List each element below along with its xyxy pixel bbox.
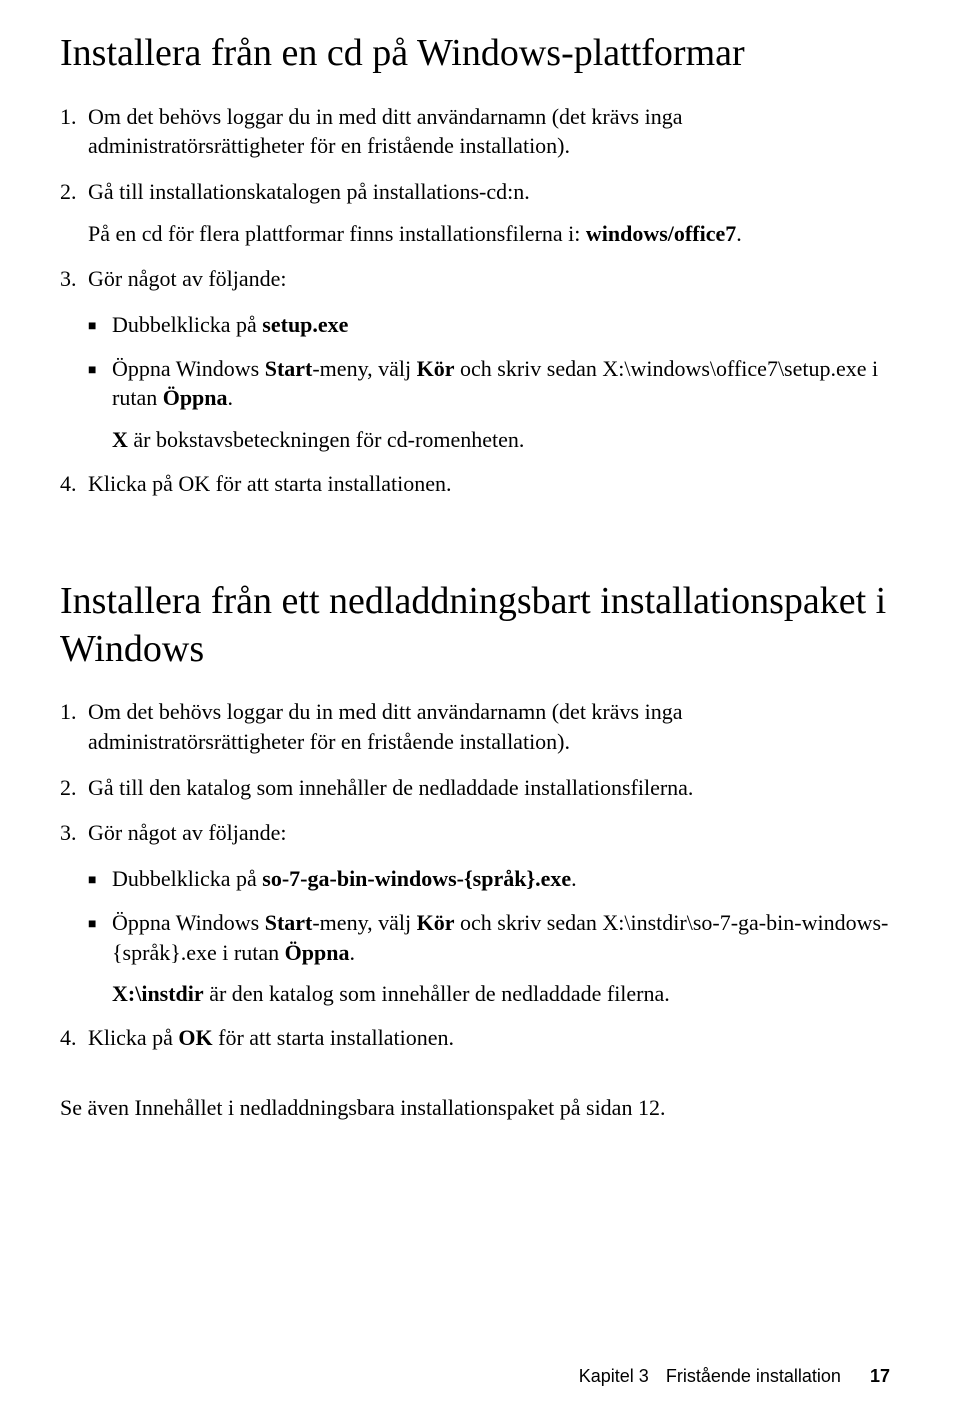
bold-text: OK — [178, 1025, 212, 1050]
text-span: -meny, välj — [312, 910, 416, 935]
bullet-icon: ■ — [88, 864, 112, 894]
item-text: Klicka på OK för att starta installation… — [88, 1023, 890, 1053]
item-number: 1. — [60, 102, 88, 161]
item-text-line: På en cd för flera plattformar finns ins… — [88, 219, 890, 249]
list-item: 4. Klicka på OK för att starta installat… — [60, 469, 890, 499]
bold-text: so-7-ga-bin-windows-{språk}.exe — [262, 866, 571, 891]
text-span: Öppna Windows — [112, 910, 265, 935]
text-span: . — [736, 221, 742, 246]
item-text: Om det behövs loggar du in med ditt anvä… — [88, 697, 890, 756]
bullet-item: ■ Öppna Windows Start-meny, välj Kör och… — [88, 908, 890, 1009]
bullet-note: X:\instdir är den katalog som innehåller… — [112, 979, 890, 1009]
text-span: är bokstavsbeteckningen för cd-romenhete… — [128, 427, 524, 452]
text-span: Dubbelklicka på — [112, 312, 262, 337]
text-span: är den katalog som innehåller de nedladd… — [204, 981, 670, 1006]
bullet-list: ■ Dubbelklicka på so-7-ga-bin-windows-{s… — [88, 864, 890, 1009]
bullet-item: ■ Dubbelklicka på setup.exe — [88, 310, 890, 340]
item-number: 2. — [60, 177, 88, 248]
list-item: 3. Gör något av följande: — [60, 818, 890, 848]
item-number: 4. — [60, 469, 88, 499]
bullet-text: Dubbelklicka på so-7-ga-bin-windows-{spr… — [112, 864, 890, 894]
ordered-list-section1: 1. Om det behövs loggar du in med ditt a… — [60, 102, 890, 499]
bullet-note: X är bokstavsbeteckningen för cd-romenhe… — [112, 425, 890, 455]
text-span: Klicka på — [88, 1025, 178, 1050]
list-item: 1. Om det behövs loggar du in med ditt a… — [60, 697, 890, 756]
text-span: -meny, välj — [312, 356, 416, 381]
item-text: Gör något av följande: — [88, 264, 890, 294]
text-span: . — [228, 385, 234, 410]
bold-text: X — [112, 427, 128, 452]
bold-text: Kör — [417, 910, 455, 935]
heading-section2: Installera från ett nedladdningsbart ins… — [60, 578, 890, 673]
item-text: Om det behövs loggar du in med ditt anvä… — [88, 102, 890, 161]
item-text: Gå till installationskatalogen på instal… — [88, 177, 890, 248]
bold-text: Öppna — [163, 385, 228, 410]
list-item: 4. Klicka på OK för att starta installat… — [60, 1023, 890, 1053]
item-text-line: Gå till installationskatalogen på instal… — [88, 177, 890, 207]
bullet-icon: ■ — [88, 310, 112, 340]
bullet-item: ■ Dubbelklicka på so-7-ga-bin-windows-{s… — [88, 864, 890, 894]
text-span: Öppna Windows — [112, 356, 265, 381]
bullet-icon: ■ — [88, 354, 112, 455]
list-item: 3. Gör något av följande: — [60, 264, 890, 294]
footer-chapter: Kapitel 3 — [579, 1366, 649, 1386]
bullet-item: ■ Öppna Windows Start-meny, välj Kör och… — [88, 354, 890, 455]
item-number: 4. — [60, 1023, 88, 1053]
bold-text: Kör — [417, 356, 455, 381]
item-text: Gör något av följande: — [88, 818, 890, 848]
bullet-text: Öppna Windows Start-meny, välj Kör och s… — [112, 908, 890, 1009]
item-number: 3. — [60, 264, 88, 294]
bullet-list: ■ Dubbelklicka på setup.exe ■ Öppna Wind… — [88, 310, 890, 455]
page-footer: Kapitel 3 Fristående installation 17 — [579, 1366, 890, 1387]
text-span: . — [349, 940, 355, 965]
item-number: 2. — [60, 773, 88, 803]
list-item: 1. Om det behövs loggar du in med ditt a… — [60, 102, 890, 161]
list-item: 2. Gå till den katalog som innehåller de… — [60, 773, 890, 803]
item-text: Klicka på OK för att starta installation… — [88, 469, 890, 499]
bold-text: Start — [265, 910, 313, 935]
bullet-icon: ■ — [88, 908, 112, 1009]
footer-title: Fristående installation — [666, 1366, 841, 1386]
item-number: 3. — [60, 818, 88, 848]
text-span: för att starta installationen. — [213, 1025, 454, 1050]
text-span: Dubbelklicka på — [112, 866, 262, 891]
list-item: 2. Gå till installationskatalogen på ins… — [60, 177, 890, 248]
bold-text: windows/office7 — [586, 221, 736, 246]
item-text: Gå till den katalog som innehåller de ne… — [88, 773, 890, 803]
bold-text: Start — [265, 356, 313, 381]
bold-text: X:\instdir — [112, 981, 204, 1006]
heading-section1: Installera från en cd på Windows-plattfo… — [60, 30, 890, 78]
footer-page-number: 17 — [870, 1366, 890, 1386]
text-span: . — [571, 866, 577, 891]
bullet-text: Öppna Windows Start-meny, välj Kör och s… — [112, 354, 890, 455]
item-number: 1. — [60, 697, 88, 756]
bold-text: setup.exe — [262, 312, 348, 337]
bold-text: Öppna — [285, 940, 350, 965]
bullet-text: Dubbelklicka på setup.exe — [112, 310, 890, 340]
ordered-list-section2: 1. Om det behövs loggar du in med ditt a… — [60, 697, 890, 1052]
closing-paragraph: Se även Innehållet i nedladdningsbara in… — [60, 1093, 890, 1123]
text-span: På en cd för flera plattformar finns ins… — [88, 221, 586, 246]
